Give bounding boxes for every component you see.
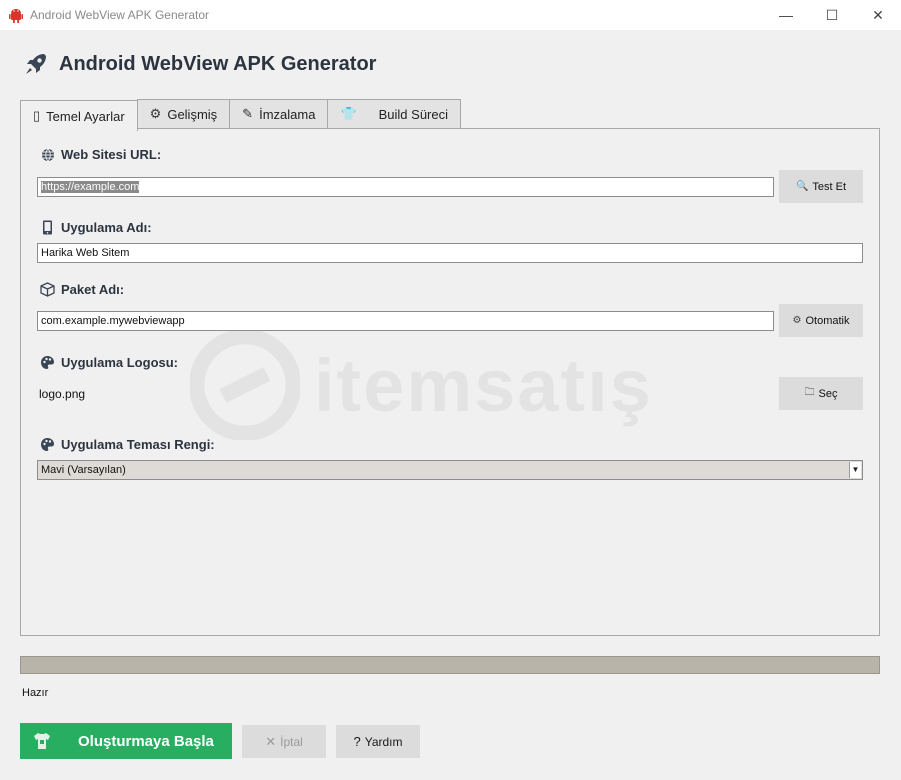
phone-icon: ▯: [33, 108, 41, 123]
package-input[interactable]: com.example.mywebviewapp: [37, 311, 774, 331]
tab-label: Temel Ayarlar: [46, 108, 125, 124]
tab-label: İmzalama: [259, 106, 316, 122]
start-build-label: Oluşturmaya Başla: [78, 732, 214, 750]
phone-icon: [40, 220, 55, 235]
theme-label: Uygulama Teması Rengi:: [40, 437, 215, 452]
theme-select-value: Mavi (Varsayılan): [41, 464, 126, 476]
question-icon: ?: [353, 734, 361, 749]
folder-icon: 🗀: [804, 387, 815, 398]
window-title: Android WebView APK Generator: [30, 8, 209, 22]
maximize-button[interactable]: ☐: [809, 0, 855, 30]
package-label-text: Paket Adı:: [61, 282, 125, 297]
cancel-button-label: İptal: [280, 734, 303, 749]
android-icon: [9, 9, 23, 23]
close-button[interactable]: ✕: [855, 0, 901, 30]
window-controls: — ☐ ✕: [763, 0, 901, 30]
tab-build-sureci[interactable]: 👕 Build Süreci: [327, 99, 461, 128]
package-icon: [40, 282, 55, 297]
title-bar: Android WebView APK Generator — ☐ ✕: [0, 0, 901, 30]
help-button[interactable]: ? Yardım: [336, 725, 420, 758]
globe-icon: [40, 147, 55, 162]
cancel-button[interactable]: ✕ İptal: [242, 725, 326, 758]
choose-logo-button-label: Seç: [818, 387, 838, 400]
tab-gelismis[interactable]: ⚙ Gelişmiş: [136, 99, 231, 128]
logo-label-text: Uygulama Logosu:: [61, 355, 179, 370]
status-text: Hazır: [22, 687, 49, 699]
url-input-value: https://example.com: [41, 181, 140, 193]
signature-icon: ✎: [242, 106, 254, 121]
gear-icon: ⚙: [792, 315, 802, 326]
tab-panel-temel-ayarlar: [20, 128, 880, 636]
auto-button[interactable]: ⚙ Otomatik: [779, 304, 863, 337]
palette-icon: [40, 355, 55, 370]
auto-button-label: Otomatik: [805, 314, 850, 327]
url-label: Web Sitesi URL:: [40, 147, 161, 162]
shirt-icon: [34, 733, 50, 749]
app-name-label: Uygulama Adı:: [40, 220, 152, 235]
test-button[interactable]: 🔍 Test Et: [779, 170, 863, 203]
minimize-button[interactable]: —: [763, 0, 809, 30]
theme-select[interactable]: Mavi (Varsayılan) ▼: [37, 460, 863, 480]
start-build-button[interactable]: Oluşturmaya Başla: [20, 723, 232, 759]
logo-label: Uygulama Logosu:: [40, 355, 178, 370]
app-header: Android WebView APK Generator: [22, 50, 376, 78]
rocket-icon: [26, 54, 46, 74]
tab-label: Build Süreci: [378, 106, 448, 122]
palette-icon: [40, 437, 55, 452]
chevron-down-icon[interactable]: ▼: [849, 462, 861, 478]
package-label: Paket Adı:: [40, 282, 124, 297]
help-button-label: Yardım: [364, 734, 403, 749]
progress-bar: [20, 656, 880, 674]
tab-temel-ayarlar[interactable]: ▯ Temel Ayarlar: [20, 100, 138, 131]
choose-logo-button[interactable]: 🗀 Seç: [779, 377, 863, 410]
theme-label-text: Uygulama Teması Rengi:: [61, 437, 215, 452]
logo-filename: logo.png: [39, 387, 86, 401]
gear-icon: ⚙: [149, 106, 162, 121]
tab-imzalama[interactable]: ✎ İmzalama: [229, 99, 329, 128]
x-icon: ✕: [265, 733, 277, 749]
tab-bar: ▯ Temel Ayarlar ⚙ Gelişmiş ✎ İmzalama 👕 …: [20, 98, 461, 131]
magnifier-icon: 🔍: [795, 181, 809, 192]
shirt-icon: 👕: [340, 106, 357, 121]
url-input[interactable]: https://example.com: [37, 177, 774, 197]
app-name-input[interactable]: Harika Web Sitem: [37, 243, 863, 263]
page-title: Android WebView APK Generator: [59, 52, 377, 75]
tab-label: Gelişmiş: [167, 106, 218, 122]
test-button-label: Test Et: [812, 180, 847, 193]
url-label-text: Web Sitesi URL:: [61, 147, 162, 162]
app-name-label-text: Uygulama Adı:: [61, 220, 152, 235]
